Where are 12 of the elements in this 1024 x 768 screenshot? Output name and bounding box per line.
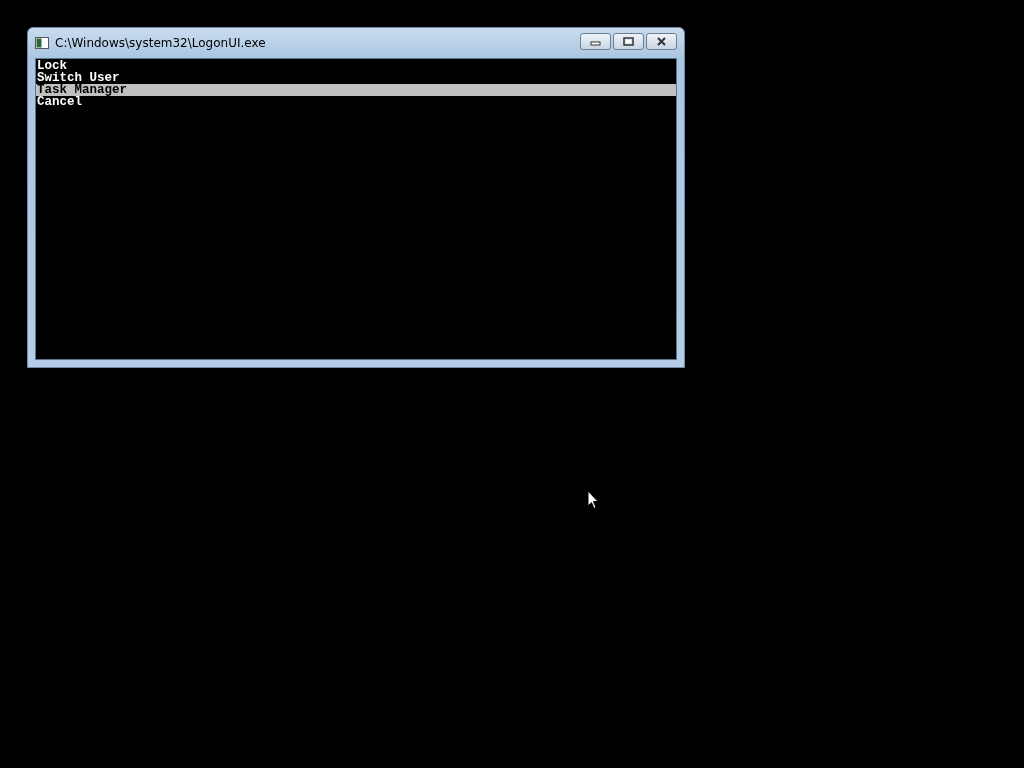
menu-option[interactable]: Lock: [36, 60, 676, 72]
close-icon: [656, 36, 667, 46]
menu-option[interactable]: Cancel: [36, 96, 676, 108]
maximize-button[interactable]: [613, 32, 644, 50]
minimize-button[interactable]: [580, 32, 611, 50]
menu-option[interactable]: Switch User: [36, 72, 676, 84]
console-icon: [35, 37, 49, 49]
menu-option[interactable]: Task Manager: [36, 84, 676, 96]
mouse-pointer-icon: [587, 490, 598, 510]
maximize-icon: [623, 36, 634, 46]
window-title: C:\Windows\system32\LogonUI.exe: [55, 36, 267, 50]
close-button[interactable]: [646, 32, 677, 50]
